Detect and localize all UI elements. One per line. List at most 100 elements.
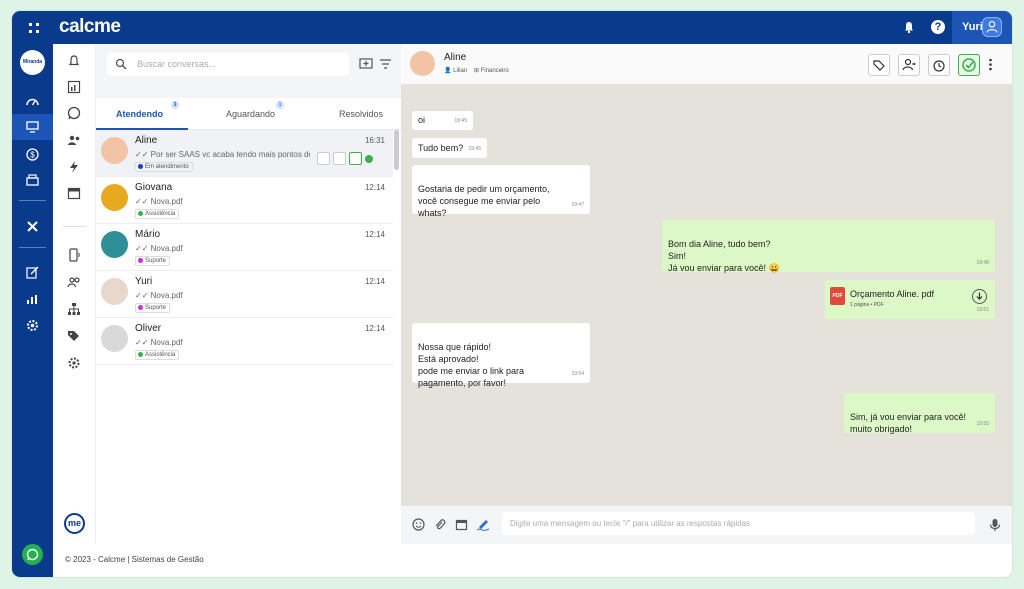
team-icon[interactable]: [67, 275, 81, 289]
conversation-item[interactable]: Oliver 12:14 ✓✓ Nova.pdf Assistência: [96, 318, 393, 365]
message-incoming: Nossa que rápido! Está aprovado! pode me…: [412, 323, 590, 388]
conversation-item[interactable]: Yuri 12:14 ✓✓ Nova.pdf Suporte: [96, 271, 393, 318]
nav-divider: [63, 226, 86, 227]
tab-label: Aguardando: [226, 109, 276, 119]
list-scrollbar[interactable]: [394, 130, 399, 170]
avatar: [101, 231, 128, 258]
last-message-preview: ✓✓ Nova.pdf: [135, 291, 183, 300]
nav-tools[interactable]: [12, 213, 53, 239]
resolve-icon[interactable]: [349, 152, 362, 165]
search-box[interactable]: Buscar conversas...: [107, 53, 349, 76]
last-message-preview: ✓✓ Nova.pdf: [135, 197, 183, 206]
message-text: Tudo bem?: [418, 143, 464, 153]
nav-dashboard[interactable]: [12, 88, 53, 114]
contacts-icon[interactable]: [67, 133, 81, 147]
new-conversation-icon[interactable]: [359, 58, 373, 71]
tab-resolvidos[interactable]: Resolvidos: [339, 109, 383, 119]
signature-icon[interactable]: [476, 518, 490, 531]
conversation-time: 16:31: [364, 136, 385, 145]
report-icon[interactable]: [67, 80, 81, 94]
nav-settings[interactable]: [12, 312, 53, 338]
org-icon[interactable]: [67, 302, 81, 316]
status-tag: Suporte: [135, 303, 171, 313]
calendar-icon[interactable]: [67, 186, 81, 200]
status-tag: Suporte: [135, 256, 171, 266]
conversation-item[interactable]: Giovana 12:14 ✓✓ Nova.pdf Assistência: [96, 177, 393, 224]
status-tag: Assistência: [135, 350, 180, 360]
nav-finance[interactable]: $: [12, 141, 53, 167]
conversation-time: 12:14: [364, 277, 385, 286]
avatar: [101, 278, 128, 305]
message-text: Nossa que rápido! Está aprovado! pode me…: [418, 342, 525, 388]
conversation-tabs: Atendendo 3 Aguardando 1 Resolvidos: [96, 98, 401, 130]
transfer-icon[interactable]: [317, 152, 330, 165]
alarm-icon: [933, 60, 945, 72]
status-tag: Assistência: [135, 209, 180, 219]
search-input[interactable]: Buscar conversas...: [137, 59, 216, 69]
company-avatar[interactable]: Miranda: [20, 50, 45, 75]
nav-divider: [19, 247, 46, 248]
message-text: Gostaria de pedir um orçamento, você con…: [418, 184, 550, 218]
grid-icon[interactable]: [28, 22, 40, 34]
more-options-icon[interactable]: [989, 58, 992, 71]
tab-badge: 1: [276, 101, 284, 109]
transfer-button[interactable]: [898, 54, 920, 76]
nav-edit[interactable]: [12, 259, 53, 285]
tag-button[interactable]: [868, 54, 890, 76]
status-tag: Em atendimento: [135, 162, 193, 172]
microphone-icon[interactable]: [989, 518, 1001, 532]
tab-atendendo[interactable]: Atendendo 3: [116, 101, 179, 119]
attachment-icon[interactable]: [433, 518, 446, 531]
message-incoming: Tudo bem? 19:45: [412, 138, 487, 158]
alarm-button[interactable]: [928, 54, 950, 76]
chart-icon: [27, 295, 37, 304]
lightning-icon[interactable]: [67, 160, 81, 174]
chat-contact-name: Aline: [444, 52, 467, 63]
message-time: 19:48: [976, 260, 989, 266]
message-text: Sim, já vou enviar para você! muito obri…: [850, 412, 967, 434]
nav-monitor[interactable]: [12, 114, 53, 140]
settings-icon[interactable]: [67, 356, 81, 370]
conversation-item[interactable]: Aline 16:31 ✓✓ Por ser SAAS vc acaba ten…: [96, 130, 393, 177]
avatar: [101, 137, 128, 164]
download-icon[interactable]: [972, 289, 987, 304]
chat-header: Aline 👤 Lilian ⊞ Financeiro: [401, 44, 1012, 85]
tab-label: Resolvidos: [339, 109, 384, 119]
footer: © 2023 - Calcme | Sistemas de Gestão: [53, 544, 1012, 577]
filter-icon[interactable]: [379, 58, 392, 70]
message-text: Bom dia Aline, tudo bem? Sim! Já vou env…: [668, 239, 780, 273]
message-composer: Digite uma mensagem ou tecle "/" para ut…: [401, 506, 1012, 544]
user-menu[interactable]: Yuri: [952, 11, 1012, 44]
message-text: oi: [418, 115, 426, 125]
bell-icon[interactable]: [902, 20, 916, 34]
tags-icon[interactable]: [67, 329, 81, 343]
message-outgoing: Bom dia Aline, tudo bem? Sim! Já vou env…: [662, 220, 995, 273]
app-logo: calcme: [59, 16, 121, 37]
nav-store[interactable]: [12, 167, 53, 193]
emoji-icon[interactable]: [412, 518, 425, 531]
nav-charts[interactable]: [12, 286, 53, 312]
calendar-icon[interactable]: [455, 518, 468, 531]
top-bar: calcme ? Yuri: [12, 11, 1012, 44]
user-icon: [982, 17, 1002, 37]
mobile-icon[interactable]: [67, 248, 81, 262]
bell-icon[interactable]: [67, 54, 81, 68]
tab-badge: 3: [171, 101, 179, 109]
avatar: [410, 51, 435, 76]
settings-icon: [27, 320, 38, 331]
help-icon[interactable]: ?: [931, 20, 945, 34]
alarm-icon[interactable]: [333, 152, 346, 165]
whatsapp-icon[interactable]: [22, 544, 43, 565]
tab-aguardando[interactable]: Aguardando 1: [226, 101, 284, 119]
footer-copyright: © 2023 - Calcme | Sistemas de Gestão: [65, 555, 204, 564]
chat-department: ⊞ Financeiro: [474, 68, 509, 74]
conversation-item[interactable]: Mário 12:14 ✓✓ Nova.pdf Suporte: [96, 224, 393, 271]
whatsapp-icon[interactable]: [67, 106, 81, 120]
message-input[interactable]: Digite uma mensagem ou tecle "/" para ut…: [502, 512, 975, 535]
resolve-button[interactable]: [958, 54, 980, 76]
search-row: Buscar conversas...: [96, 44, 401, 98]
message-file-outgoing[interactable]: PDF Orçamento Aline. pdf 1 página • PDF …: [825, 280, 995, 319]
conversation-time: 12:14: [364, 324, 385, 333]
contact-name: Mário: [135, 229, 161, 240]
avatar: [101, 184, 128, 211]
